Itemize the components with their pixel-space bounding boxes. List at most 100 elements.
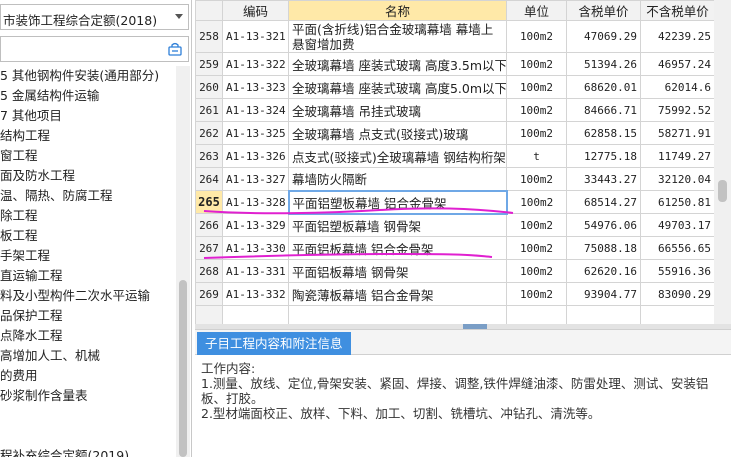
tree-item[interactable]: 程补充综合定额(2019)	[0, 446, 176, 457]
notax-price-cell[interactable]: 61250.81	[640, 190, 715, 214]
row-number[interactable]: 258	[195, 20, 223, 53]
unit-cell[interactable]: 100m2	[506, 190, 567, 214]
code-cell[interactable]: A1-13-322	[222, 52, 289, 76]
table-scrollbar[interactable]	[714, 0, 731, 326]
header-notax-price[interactable]: 不含税单价	[640, 0, 715, 21]
tree-item[interactable]: 结构工程	[0, 126, 176, 146]
tree-item[interactable]: 直运输工程	[0, 266, 176, 286]
notax-price-cell[interactable]	[640, 305, 715, 326]
table-row[interactable]: 258 A1-13-321 平面(含折线)铝合金玻璃幕墙 幕墙上悬窗增加费 100m2…	[195, 20, 715, 53]
header-tax-price[interactable]: 含税单价	[566, 0, 641, 21]
tax-price-cell[interactable]: 68514.27	[566, 190, 641, 214]
tree-item[interactable]: 除工程	[0, 206, 176, 226]
table-scrollbar-thumb[interactable]	[718, 180, 727, 202]
search-input[interactable]	[3, 39, 163, 59]
name-cell[interactable]: 全玻璃幕墙 吊挂式玻璃	[288, 98, 507, 122]
code-cell[interactable]: A1-13-327	[222, 167, 289, 191]
name-cell[interactable]: 点支式(驳接式)全玻璃幕墙 钢结构桁架	[288, 144, 507, 168]
notax-price-cell[interactable]: 62014.6	[640, 75, 715, 99]
tree-item[interactable]: 5 其他钢构件安装(通用部分)	[0, 66, 176, 86]
row-number[interactable]: 266	[195, 213, 223, 237]
tree-item[interactable]: 板工程	[0, 226, 176, 246]
tree-item[interactable]: 高增加人工、机械	[0, 346, 176, 366]
tree-item[interactable]: 7 其他项目	[0, 106, 176, 126]
tax-price-cell[interactable]: 62620.16	[566, 259, 641, 283]
tax-price-cell[interactable]: 51394.26	[566, 52, 641, 76]
name-cell[interactable]: 全玻璃幕墙 点支式(驳接式)玻璃	[288, 121, 507, 145]
row-number[interactable]: 263	[195, 144, 223, 168]
unit-cell[interactable]: t	[506, 144, 567, 168]
notax-price-cell[interactable]: 66556.65	[640, 236, 715, 260]
unit-cell[interactable]: 100m2	[506, 167, 567, 191]
table-row[interactable]: 261 A1-13-324 全玻璃幕墙 吊挂式玻璃 100m2 84666.71 7599…	[195, 98, 715, 122]
unit-cell[interactable]: 100m2	[506, 213, 567, 237]
chevron-down-icon[interactable]	[175, 14, 183, 19]
name-cell[interactable]: 幕墙防火隔断	[288, 167, 507, 191]
row-number[interactable]: 260	[195, 75, 223, 99]
table-row[interactable]: 269 A1-13-332 陶瓷薄板幕墙 铝合金骨架 100m2 93904.77 830…	[195, 282, 715, 306]
code-cell[interactable]: A1-13-328	[222, 190, 289, 214]
row-number[interactable]	[195, 305, 223, 326]
tree-scrollbar[interactable]	[176, 66, 190, 457]
tree-item[interactable]: 窗工程	[0, 146, 176, 166]
name-cell[interactable]: 全玻璃幕墙 座装式玻璃 高度3.5m以下	[288, 52, 507, 76]
code-cell[interactable]: A1-13-326	[222, 144, 289, 168]
table-row[interactable]: 266 A1-13-329 平面铝塑板幕墙 钢骨架 100m2 54976.06 4970…	[195, 213, 715, 237]
code-cell[interactable]: A1-13-331	[222, 259, 289, 283]
row-number[interactable]: 268	[195, 259, 223, 283]
unit-cell[interactable]: 100m2	[506, 236, 567, 260]
tax-price-cell[interactable]: 84666.71	[566, 98, 641, 122]
tax-price-cell[interactable]: 68620.01	[566, 75, 641, 99]
tree-item[interactable]: 手架工程	[0, 246, 176, 266]
notax-price-cell[interactable]: 49703.17	[640, 213, 715, 237]
notax-price-cell[interactable]: 46957.24	[640, 52, 715, 76]
table-row[interactable]: 268 A1-13-331 平面铝板幕墙 钢骨架 100m2 62620.16 55916…	[195, 259, 715, 283]
tree-item[interactable]: 5 金属结构件运输	[0, 86, 176, 106]
notax-price-cell[interactable]: 42239.25	[640, 20, 715, 53]
row-number[interactable]: 261	[195, 98, 223, 122]
name-cell[interactable]: 全玻璃幕墙 座装式玻璃 高度5.0m以下	[288, 75, 507, 99]
table-row[interactable]	[195, 305, 715, 326]
tab-work-content[interactable]: 子目工程内容和附注信息	[197, 332, 351, 355]
code-cell[interactable]	[222, 305, 289, 326]
code-cell[interactable]: A1-13-330	[222, 236, 289, 260]
notax-price-cell[interactable]: 11749.27	[640, 144, 715, 168]
header-code[interactable]: 编码	[222, 0, 289, 21]
header-unit[interactable]: 单位	[506, 0, 567, 21]
table-row[interactable]: 259 A1-13-322 全玻璃幕墙 座装式玻璃 高度3.5m以下 100m2 513…	[195, 52, 715, 76]
tax-price-cell[interactable]: 75088.18	[566, 236, 641, 260]
tree-item[interactable]: 面及防水工程	[0, 166, 176, 186]
tax-price-cell[interactable]: 93904.77	[566, 282, 641, 306]
header-name[interactable]: 名称	[288, 0, 507, 21]
unit-cell[interactable]	[506, 305, 567, 326]
row-number[interactable]: 259	[195, 52, 223, 76]
table-row[interactable]: 265 A1-13-328 平面铝塑板幕墙 铝合金骨架 100m2 68514.27 61…	[195, 189, 715, 215]
tree-item[interactable]	[0, 426, 176, 446]
table-row[interactable]: 264 A1-13-327 幕墙防火隔断 100m2 33443.27 32120.04	[195, 167, 715, 191]
name-cell[interactable]: 平面铝塑板幕墙 钢骨架	[288, 213, 507, 237]
code-cell[interactable]: A1-13-323	[222, 75, 289, 99]
unit-cell[interactable]: 100m2	[506, 98, 567, 122]
row-number[interactable]: 262	[195, 121, 223, 145]
tree-item[interactable]: 的费用	[0, 366, 176, 386]
notax-price-cell[interactable]: 58271.91	[640, 121, 715, 145]
tree-item[interactable]: 品保护工程	[0, 306, 176, 326]
notax-price-cell[interactable]: 55916.36	[640, 259, 715, 283]
code-cell[interactable]: A1-13-324	[222, 98, 289, 122]
tax-price-cell[interactable]	[566, 305, 641, 326]
unit-cell[interactable]: 100m2	[506, 20, 567, 53]
tree-item[interactable]	[0, 406, 176, 426]
notax-price-cell[interactable]: 32120.04	[640, 167, 715, 191]
name-cell[interactable]: 平面铝塑板幕墙 铝合金骨架	[287, 189, 508, 215]
code-cell[interactable]: A1-13-332	[222, 282, 289, 306]
code-cell[interactable]: A1-13-325	[222, 121, 289, 145]
search-box[interactable]	[0, 36, 189, 62]
tree-item[interactable]: 砂浆制作含量表	[0, 386, 176, 406]
name-cell[interactable]: 陶瓷薄板幕墙 铝合金骨架	[288, 282, 507, 306]
tree-item[interactable]: 料及小型构件二次水平运输	[0, 286, 176, 306]
code-cell[interactable]: A1-13-321	[222, 20, 289, 53]
tree-item[interactable]: 点降水工程	[0, 326, 176, 346]
notax-price-cell[interactable]: 75992.52	[640, 98, 715, 122]
tax-price-cell[interactable]: 62858.15	[566, 121, 641, 145]
row-number[interactable]: 269	[195, 282, 223, 306]
